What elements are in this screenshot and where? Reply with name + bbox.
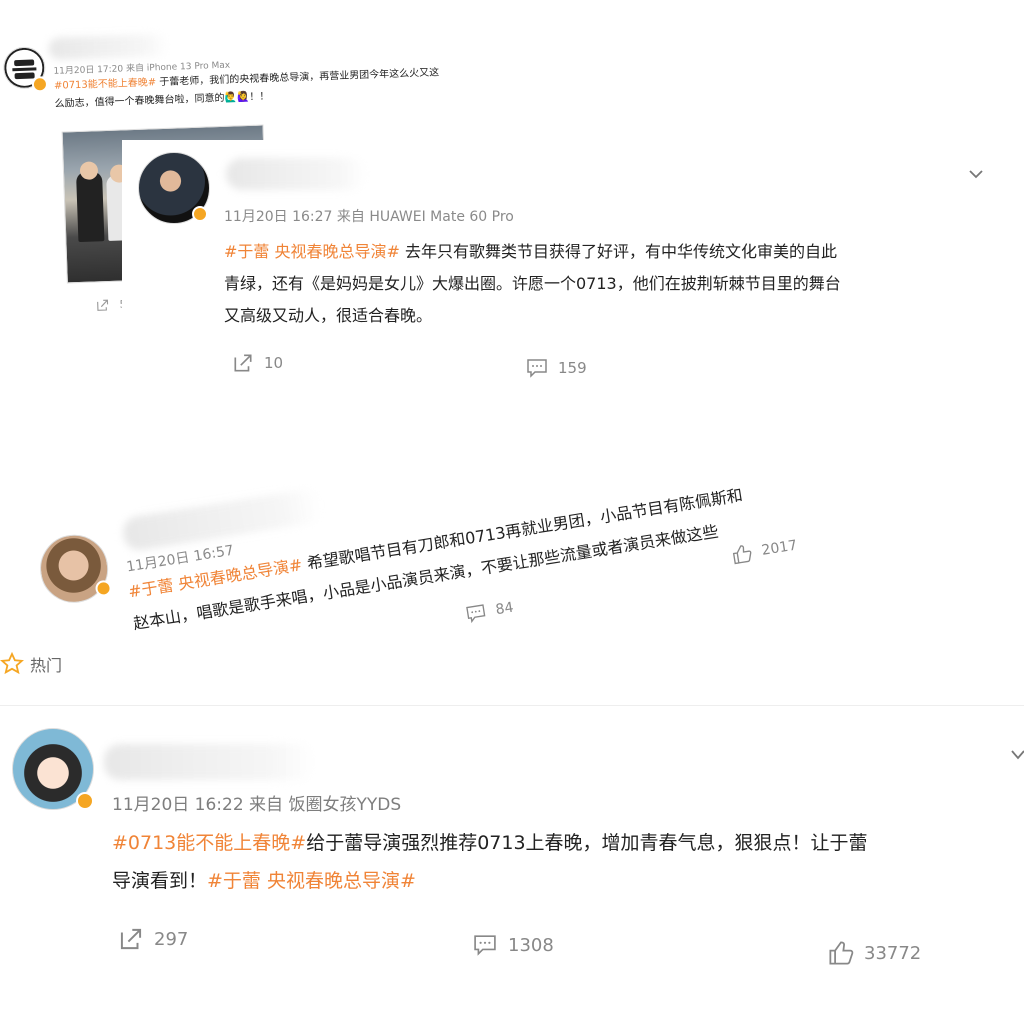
like-icon: [732, 545, 752, 565]
post-text-line: 么励志，值得一个春晚舞台啦，同意的🙋‍♂️🙋‍♀️！！: [54, 91, 270, 110]
username-blurred[interactable]: [48, 33, 170, 60]
star-icon: [0, 652, 24, 675]
like-count: 33772: [864, 942, 922, 964]
comment-button[interactable]: 1308: [472, 934, 554, 956]
share-button[interactable]: 10: [232, 352, 283, 374]
post-text-line: 青绿，还有《是妈妈是女儿》大爆出圈。许愿一个0713，他们在披荆斩棘节目里的舞台: [224, 274, 841, 293]
post-text-line: 又高级又动人，很适合春晚。: [224, 306, 433, 325]
post-text: #于蕾 央视春晚总导演# 去年只有歌舞类节目获得了好评，有中华传统文化审美的自此…: [224, 236, 1004, 332]
comment-icon: [474, 935, 496, 956]
chevron-down-icon[interactable]: [1010, 746, 1024, 765]
hot-section-label[interactable]: 热门: [0, 652, 62, 676]
comment-icon: [466, 604, 486, 624]
post-card-4: 11月20日 16:22 来自 饭圈女孩YYDS #0713能不能上春晚#给于蕾…: [0, 705, 1024, 996]
like-button[interactable]: 33772: [828, 940, 921, 966]
comment-button[interactable]: 159: [526, 358, 587, 378]
share-count: 297: [154, 928, 189, 950]
vip-badge-icon: [94, 579, 113, 598]
like-icon: [829, 941, 854, 965]
comment-count: 84: [494, 599, 515, 619]
hashtag[interactable]: #0713能不能上春晚#: [112, 832, 306, 854]
comment-count: 159: [558, 359, 587, 377]
share-count: 10: [264, 354, 284, 372]
hashtag[interactable]: #0713能不能上春晚#: [54, 77, 157, 92]
comment-icon: [527, 359, 547, 378]
post-text-line: 导演看到！: [112, 870, 208, 892]
username-blurred[interactable]: [226, 158, 366, 190]
chevron-down-icon[interactable]: [968, 164, 984, 183]
hashtag[interactable]: #于蕾 央视春晚总导演#: [224, 242, 400, 261]
share-button[interactable]: 297: [118, 926, 188, 952]
post-text-line: 去年只有歌舞类节目获得了好评，有中华传统文化审美的自此: [405, 242, 838, 261]
post-text-line: 给于蕾导演强烈推荐0713上春晚，增加青春气息，狠狠点！让于蕾: [306, 832, 868, 854]
share-icon: [234, 354, 252, 372]
hot-label: 热门: [30, 656, 63, 675]
post-text: #于蕾 央视春晚总导演# 希望歌唱节目有刀郎和0713再就业男团，小品节目有陈佩…: [122, 429, 906, 640]
share-icon: [120, 928, 142, 950]
post-meta: 11月20日 16:27 来自 HUAWEI Mate 60 Pro: [224, 209, 514, 225]
post-text: #0713能不能上春晚#给于蕾导演强烈推荐0713上春晚，增加青春气息，狠狠点！…: [112, 824, 1012, 900]
username-blurred[interactable]: [104, 744, 314, 780]
post-meta: 11月20日 16:22 来自 饭圈女孩YYDS: [112, 795, 402, 815]
vip-badge-icon: [31, 76, 49, 93]
comment-count: 1308: [508, 934, 554, 956]
vip-badge-icon: [192, 206, 208, 222]
comment-button[interactable]: 84: [465, 599, 515, 624]
vip-badge-icon: [76, 792, 94, 810]
like-count: 2017: [760, 537, 799, 559]
share-icon: [97, 299, 109, 311]
hashtag[interactable]: #于蕾 央视春晚总导演#: [207, 870, 416, 892]
